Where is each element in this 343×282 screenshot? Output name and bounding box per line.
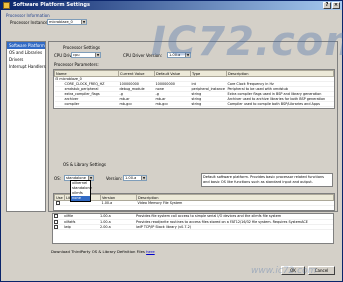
table-row[interactable]: extra_compiler_flags -g -g string Extra … <box>54 91 334 97</box>
library-description: Video Memory File System <box>136 200 334 206</box>
os-version-value: 1.00.a <box>125 176 137 180</box>
title-bar: Software Platform Settings ? × <box>1 1 342 10</box>
download-text: Download ThirdParty OS & Library Definit… <box>51 249 145 254</box>
library-name: lwip <box>63 224 99 230</box>
processor-instance-label: Processor Instance: <box>10 20 49 25</box>
processor-information-label: Processor Information <box>6 13 50 18</box>
os-dropdown-menu: xilkernel standalone xilmfs none <box>70 180 92 202</box>
processor-parameters-table: Name Current Value Default Value Type De… <box>53 69 335 109</box>
param-type: string <box>190 101 227 107</box>
table-row[interactable]: lwip 2.00.a lwIP TCP/IP Stack library (v… <box>53 224 333 230</box>
os-label: OS: <box>54 176 62 181</box>
chevron-down-icon: ▼ <box>95 53 100 57</box>
library-description: lwIP TCP/IP Stack library (v0.7.2) <box>135 224 333 230</box>
window-title: Software Platform Settings <box>13 2 90 8</box>
cpu-driver-select[interactable]: cpu ▼ <box>71 52 101 58</box>
os-version-label: Version: <box>106 176 123 181</box>
watermark-logo: IC72.com <box>151 19 343 65</box>
library-table: Use Library Version Description 1.00.a V… <box>53 193 335 211</box>
processor-parameters-label: Processor Parameters: <box>54 62 99 67</box>
close-button[interactable]: × <box>332 2 340 9</box>
param-description: Compiler used to compile both BSP/Librar… <box>226 101 334 107</box>
use-checkbox[interactable] <box>54 224 58 228</box>
nav-tree: Software Platform OS and Libraries Drive… <box>6 41 46 212</box>
os-description: Default software platform. Provides basi… <box>201 173 333 187</box>
library-description: Provides read/write routines to access f… <box>135 219 333 225</box>
table-row[interactable]: 1.00.a Video Memory File System <box>54 200 334 206</box>
use-checkbox[interactable] <box>54 219 58 223</box>
watermark-url: www.ic72.com <box>251 266 317 276</box>
os-library-settings-caption: OS & Library Settings <box>63 162 107 167</box>
chevron-down-icon: ▼ <box>81 20 86 24</box>
cpu-driver-value: cpu <box>73 53 80 57</box>
param-current-value[interactable]: mb-gcc <box>118 101 155 107</box>
group-label: microblaze_0 <box>59 77 82 81</box>
processor-settings-caption: Processor Settings <box>63 45 100 50</box>
processor-instance-select[interactable]: microblaze_0 ▼ <box>47 19 87 25</box>
param-type: peripheral_instance <box>190 86 227 92</box>
download-row: Download ThirdParty OS & Library Definit… <box>51 249 155 254</box>
param-description: Archiver used to archive libraries for b… <box>226 96 334 102</box>
library-version[interactable]: 2.00.a <box>99 224 135 230</box>
help-button[interactable]: ? <box>323 2 331 9</box>
table-row[interactable]: compiler mb-gcc mb-gcc string Compiler u… <box>54 101 334 107</box>
processor-instance-value: microblaze_0 <box>49 20 73 24</box>
software-platform-settings-window: Software Platform Settings ? × Processor… <box>0 0 343 282</box>
nav-item-os-and-libraries[interactable]: OS and Libraries <box>7 49 45 56</box>
nav-item-interrupt-handlers[interactable]: Interrupt Handlers <box>7 63 46 70</box>
library-version[interactable]: 1.00.a <box>100 200 137 206</box>
app-icon <box>3 2 10 9</box>
nav-item-software-platform[interactable]: Software Platform <box>7 42 45 49</box>
param-default-value: mb-gcc <box>154 101 191 107</box>
nav-item-drivers[interactable]: Drivers <box>7 56 45 63</box>
param-name: compiler <box>54 101 119 107</box>
os-option[interactable]: none <box>71 196 90 201</box>
download-link[interactable]: here <box>146 249 155 254</box>
library-table-more-rows: xilfile 1.00.a Provides file system call… <box>52 213 334 244</box>
use-checkbox[interactable] <box>55 201 60 205</box>
use-checkbox[interactable] <box>54 214 58 218</box>
os-version-select[interactable]: 1.00.a ▼ <box>123 175 147 181</box>
param-description: Extra compiler flags used in BSP and lib… <box>226 91 334 97</box>
chevron-down-icon: ▼ <box>141 176 146 180</box>
